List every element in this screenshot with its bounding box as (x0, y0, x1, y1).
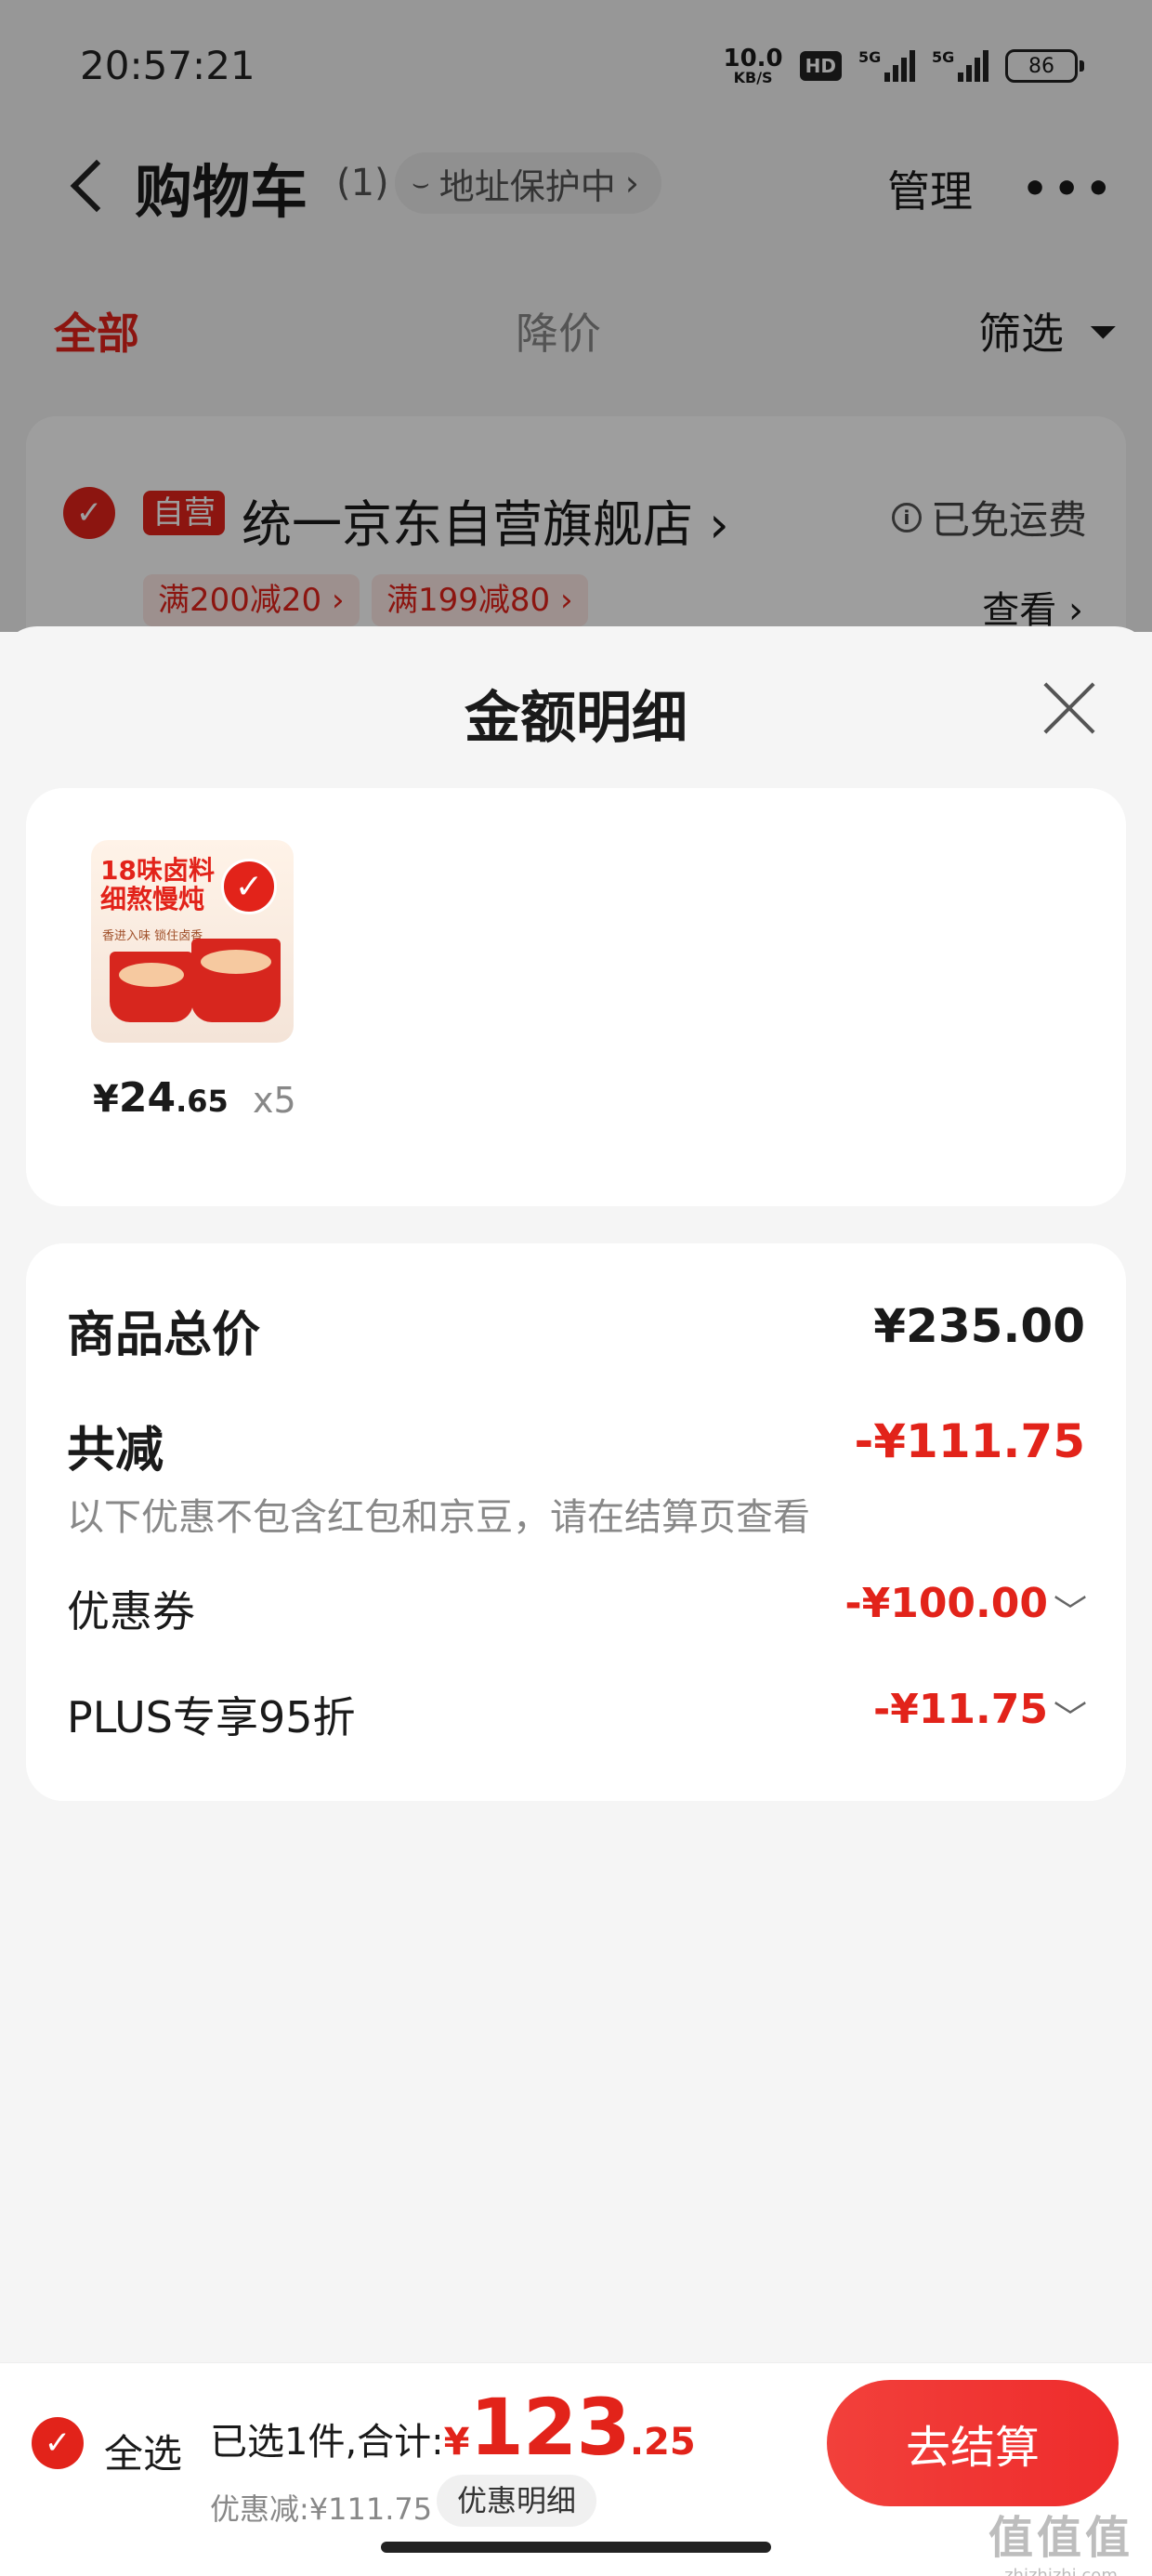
watermark-url: zhizhizhi.com (1004, 2566, 1118, 2576)
product-image: 18味卤料 细熬慢炖 香进入味 锁住卤香 ✓ (91, 840, 294, 1043)
coupon-value: -¥100.00 (844, 1580, 1048, 1627)
select-all-checkbox[interactable]: ✓ (32, 2417, 84, 2469)
chevron-down-icon[interactable]: ﹀ (1054, 1585, 1087, 1634)
product-card: 18味卤料 细熬慢炖 香进入味 锁住卤香 ✓ ¥24.65 x5 (26, 788, 1126, 1206)
coupon-label: 优惠券 (67, 1586, 195, 1636)
select-all-label[interactable]: 全选 (104, 2423, 182, 2479)
modal-overlay[interactable] (0, 0, 1152, 632)
chevron-down-icon[interactable]: ﹀ (1054, 1691, 1087, 1740)
sum-amount: 123 (469, 2382, 630, 2473)
total-sum: 已选1件,合计: ¥ 123 .25 (210, 2382, 696, 2473)
total-price-value: ¥235.00 (873, 1299, 1085, 1353)
product-image-text: 18味卤料 细熬慢炖 (100, 855, 215, 914)
checkout-button[interactable]: 去结算 (827, 2380, 1119, 2506)
discount-summary: 优惠减:¥111.75 (210, 2491, 433, 2527)
selected-count-label: 已选1件,合计: (210, 2421, 444, 2464)
close-icon[interactable] (1041, 680, 1098, 738)
checkout-bar: ✓ 全选 已选1件,合计: ¥ 123 .25 优惠减:¥111.75 优惠明细… (0, 2362, 1152, 2576)
watermark-logo: 值值值 (988, 2512, 1133, 2564)
product-image-subtext: 香进入味 锁住卤香 (102, 929, 203, 943)
total-reduce-label: 共减 (67, 1423, 164, 1479)
noodle-cup-graphic (110, 952, 193, 1022)
discount-note: 以下优惠不包含红包和京豆，请在结算页查看 (67, 1496, 810, 1539)
total-price-label: 商品总价 (67, 1308, 261, 1363)
watermark: 值值值 zhizhizhi.com (988, 2501, 1133, 2576)
sheet-title: 金额明细 (465, 686, 687, 751)
price-summary-card: 商品总价 ¥235.00 共减 -¥111.75 以下优惠不包含红包和京豆，请在… (26, 1243, 1126, 1801)
quantity: x5 (253, 1080, 296, 1121)
noodle-cup-graphic (191, 939, 281, 1022)
unit-price: ¥24.65 (93, 1074, 229, 1122)
plus-discount-value: -¥11.75 (872, 1686, 1048, 1733)
home-indicator[interactable] (381, 2542, 771, 2553)
plus-discount-label: PLUS专享95折 (67, 1692, 356, 1742)
total-reduce-value: -¥111.75 (854, 1414, 1086, 1468)
discount-detail-button[interactable]: 优惠明细 (437, 2475, 597, 2527)
amount-detail-sheet: 金额明细 18味卤料 细熬慢炖 香进入味 锁住卤香 ✓ ¥24.65 x5 商品… (0, 626, 1152, 2364)
check-icon: ✓ (221, 859, 277, 914)
